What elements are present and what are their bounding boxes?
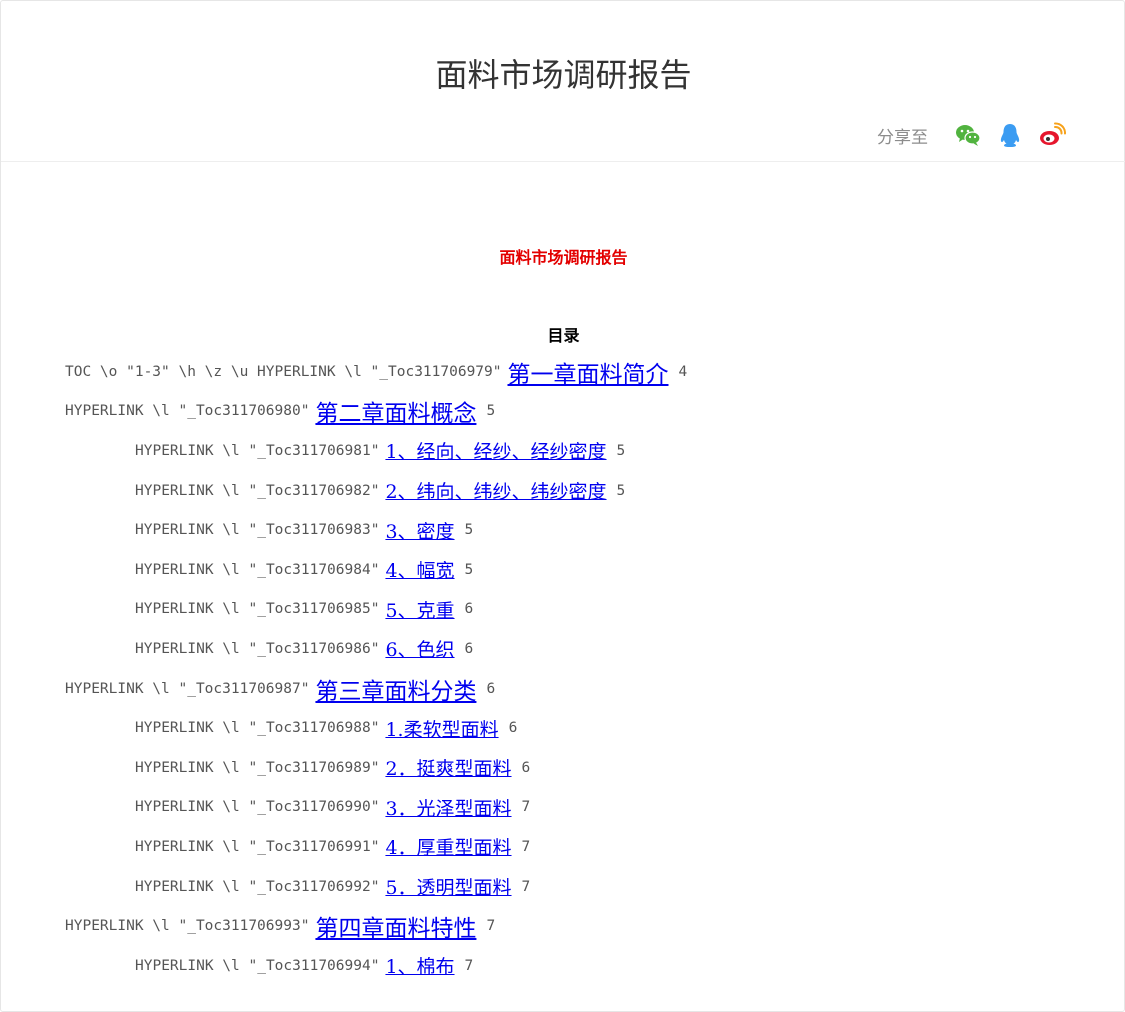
- table-of-contents: TOC \o "1-3" \h \z \u HYPERLINK \l "_Toc…: [65, 352, 1105, 986]
- field-code: HYPERLINK \l "_Toc311706994": [135, 957, 380, 974]
- page-title: 面料市场调研报告: [435, 56, 692, 94]
- toc-entry: HYPERLINK \l "_Toc311706982" 2、纬向、纬纱、纬纱密…: [65, 471, 1105, 511]
- page-number: 7: [486, 918, 496, 935]
- toc-entry: HYPERLINK \l "_Toc311706985" 5、克重 6: [65, 590, 1105, 630]
- field-code: HYPERLINK \l "_Toc311706987": [65, 680, 310, 697]
- field-code: HYPERLINK \l "_Toc311706984": [135, 561, 380, 578]
- toc-link[interactable]: 3、密度: [385, 517, 454, 544]
- toc-link[interactable]: 6、色织: [385, 635, 454, 662]
- field-code: HYPERLINK \l "_Toc311706990": [135, 799, 380, 816]
- toc-link[interactable]: 第一章面料简介: [508, 355, 669, 389]
- field-code: HYPERLINK \l "_Toc311706982": [135, 482, 380, 499]
- page-number: 7: [521, 838, 531, 855]
- toc-entry: HYPERLINK \l "_Toc311706992" 5．透明型面料 7: [65, 867, 1105, 907]
- toc-link[interactable]: 1.柔软型面料: [385, 715, 498, 742]
- toc-link[interactable]: 3．光泽型面料: [385, 794, 511, 821]
- weibo-icon[interactable]: [1038, 121, 1066, 149]
- toc-entry: HYPERLINK \l "_Toc311706989" 2．挺爽型面料 6: [65, 748, 1105, 788]
- page-number: 6: [464, 601, 474, 618]
- page-frame: 面料市场调研报告 分享至 面料市场调研报告 目录 TOC \o "1-3" \h…: [0, 0, 1125, 1012]
- toc-heading: 目录: [547, 326, 580, 345]
- toc-entry: HYPERLINK \l "_Toc311706991" 4．厚重型面料 7: [65, 827, 1105, 867]
- toc-entry: TOC \o "1-3" \h \z \u HYPERLINK \l "_Toc…: [65, 352, 1105, 392]
- toc-link[interactable]: 1、棉布: [385, 952, 454, 979]
- page-number: 7: [521, 878, 531, 895]
- field-code: HYPERLINK \l "_Toc311706986": [135, 640, 380, 657]
- document-title: 面料市场调研报告: [499, 248, 628, 267]
- field-code: HYPERLINK \l "_Toc311706980": [65, 403, 310, 420]
- page-number: 6: [486, 680, 496, 697]
- field-code: HYPERLINK \l "_Toc311706991": [135, 838, 380, 855]
- toc-entry: HYPERLINK \l "_Toc311706984" 4、幅宽 5: [65, 550, 1105, 590]
- page-number: 7: [464, 957, 474, 974]
- toc-link[interactable]: 5、克重: [385, 596, 454, 623]
- field-code: HYPERLINK \l "_Toc311706988": [135, 720, 380, 737]
- toc-link[interactable]: 2．挺爽型面料: [385, 754, 511, 781]
- toc-link[interactable]: 第二章面料概念: [315, 394, 476, 428]
- field-code: TOC \o "1-3" \h \z \u HYPERLINK \l "_Toc…: [65, 363, 502, 380]
- toc-link[interactable]: 第四章面料特性: [315, 909, 476, 943]
- page-number: 6: [521, 759, 531, 776]
- page-number: 5: [464, 522, 474, 539]
- toc-entry: HYPERLINK \l "_Toc311706980" 第二章面料概念 5: [65, 392, 1105, 432]
- page-number: 4: [678, 363, 688, 380]
- page-number: 5: [464, 561, 474, 578]
- toc-entry: HYPERLINK \l "_Toc311706986" 6、色织 6: [65, 629, 1105, 669]
- field-code: HYPERLINK \l "_Toc311706985": [135, 601, 380, 618]
- page-number: 6: [464, 640, 474, 657]
- toc-link[interactable]: 4、幅宽: [385, 556, 454, 583]
- toc-entry: HYPERLINK \l "_Toc311706981" 1、经向、经纱、经纱密…: [65, 431, 1105, 471]
- toc-entry: HYPERLINK \l "_Toc311706993" 第四章面料特性 7: [65, 906, 1105, 946]
- toc-entry: HYPERLINK \l "_Toc311706987" 第三章面料分类 6: [65, 669, 1105, 709]
- field-code: HYPERLINK \l "_Toc311706989": [135, 759, 380, 776]
- field-code: HYPERLINK \l "_Toc311706981": [135, 442, 380, 459]
- toc-entry: HYPERLINK \l "_Toc311706994" 1、棉布 7: [65, 946, 1105, 986]
- page-number: 5: [616, 482, 626, 499]
- toc-entry: HYPERLINK \l "_Toc311706983" 3、密度 5: [65, 510, 1105, 550]
- page-number: 6: [508, 720, 518, 737]
- wechat-icon[interactable]: [954, 121, 982, 149]
- qq-icon[interactable]: [996, 121, 1024, 149]
- toc-link[interactable]: 4．厚重型面料: [385, 833, 511, 860]
- page-number: 5: [616, 442, 626, 459]
- field-code: HYPERLINK \l "_Toc311706983": [135, 522, 380, 539]
- toc-entry: HYPERLINK \l "_Toc311706990" 3．光泽型面料 7: [65, 788, 1105, 828]
- field-code: HYPERLINK \l "_Toc311706992": [135, 878, 380, 895]
- field-code: HYPERLINK \l "_Toc311706993": [65, 918, 310, 935]
- toc-link[interactable]: 第三章面料分类: [315, 672, 476, 706]
- share-bar: 分享至: [877, 119, 1066, 151]
- toc-link[interactable]: 1、经向、经纱、经纱密度: [385, 437, 606, 464]
- toc-link[interactable]: 5．透明型面料: [385, 873, 511, 900]
- article-header: 面料市场调研报告 分享至: [1, 1, 1125, 162]
- share-label: 分享至: [877, 127, 928, 148]
- toc-link[interactable]: 2、纬向、纬纱、纬纱密度: [385, 477, 606, 504]
- toc-entry: HYPERLINK \l "_Toc311706988" 1.柔软型面料 6: [65, 708, 1105, 748]
- page-number: 5: [486, 403, 496, 420]
- page-number: 7: [521, 799, 531, 816]
